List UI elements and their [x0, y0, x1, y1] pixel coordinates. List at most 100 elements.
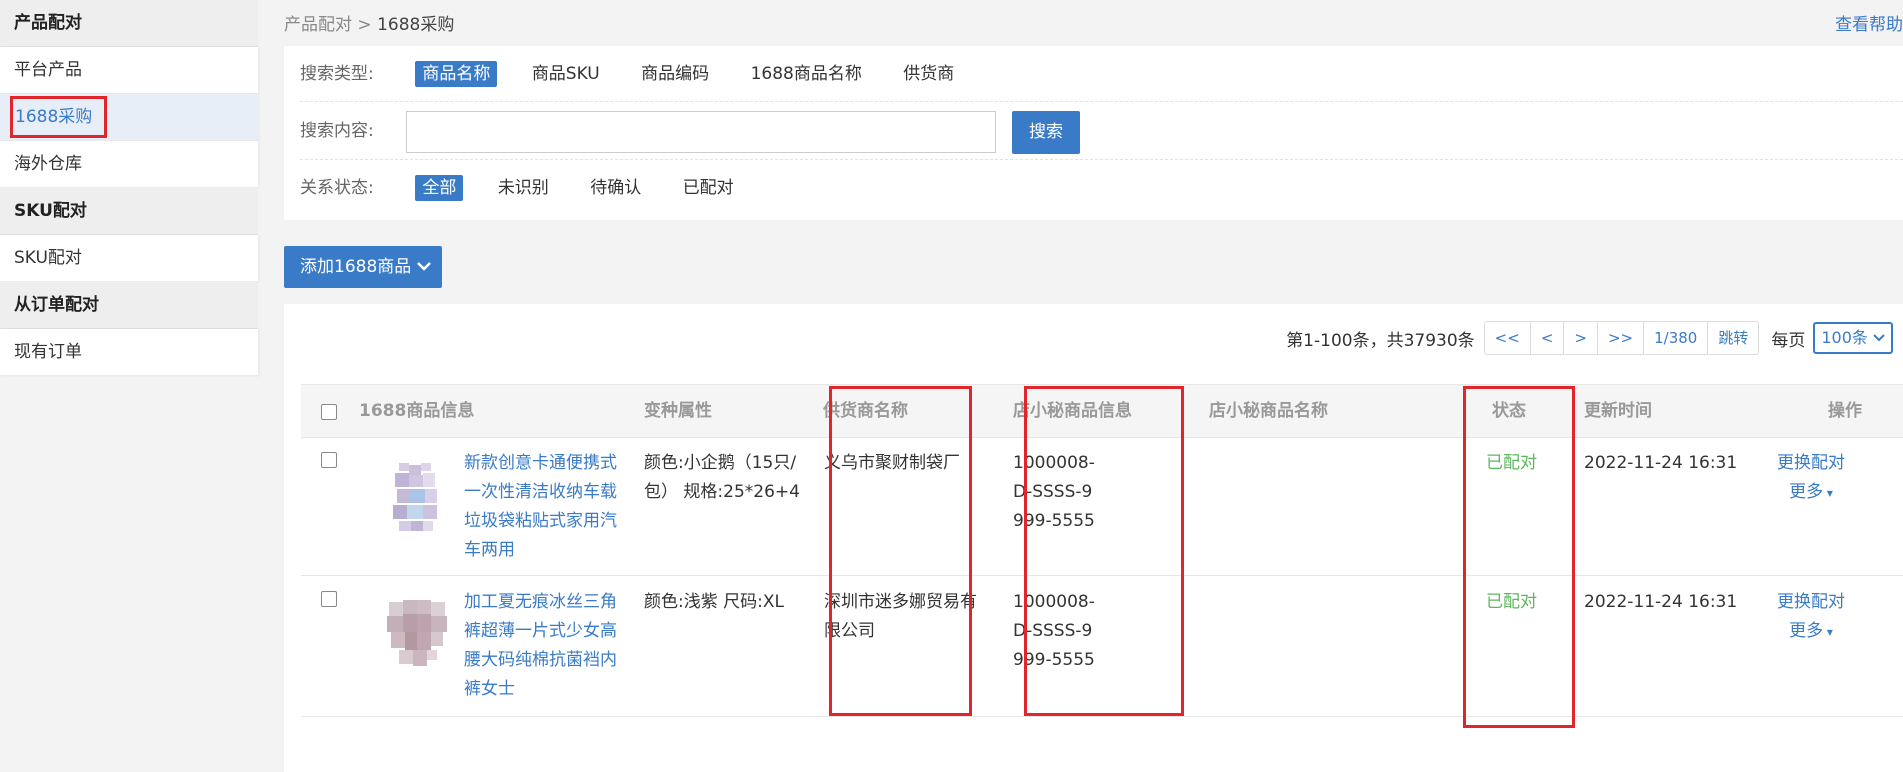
search-type-row: 搜索类型: 商品名称 商品SKU 商品编码 1688商品名称 供货商 — [300, 59, 983, 89]
product-title-line: 车两用 — [464, 540, 515, 560]
page-next-button[interactable]: > — [1563, 321, 1598, 355]
more-label: 更多 — [1789, 621, 1824, 641]
supplier-line: 限公司 — [824, 621, 875, 641]
sidebar-item-1688-purchase[interactable]: 1688采购 — [0, 94, 258, 141]
search-type-1688-name[interactable]: 1688商品名称 — [744, 61, 869, 87]
change-match-link[interactable]: 更换配对 — [1775, 588, 1847, 617]
breadcrumb: 产品配对 > 1688采购 — [284, 10, 454, 35]
sidebar-item-platform-products[interactable]: 平台产品 — [0, 47, 258, 94]
list-panel: 第1-100条，共37930条 << < > >> 1/380 跳转 每页 10… — [284, 304, 1903, 772]
add-1688-product-button[interactable]: 添加1688商品 — [284, 246, 442, 288]
sidebar-section-product-match: 产品配对 — [0, 0, 258, 47]
variant-attributes: 颜色:浅紫 尺码:XL — [644, 588, 784, 617]
table-row: 新款创意卡通便携式 一次性清洁收纳车载 垃圾袋粘贴式家用汽 车两用 颜色:小企鹅… — [301, 437, 1903, 576]
variant-line: 颜色:浅紫 尺码:XL — [644, 592, 784, 612]
page-first-button[interactable]: << — [1483, 321, 1531, 355]
dxm-product-info: 1000008- D-SSSS-9 999-5555 — [1013, 449, 1095, 536]
chevron-down-icon — [1873, 334, 1885, 342]
variant-attributes: 颜色:小企鹅（15只/ 包） 规格:25*26+4 — [644, 449, 800, 507]
sku-line: 999-5555 — [1013, 511, 1095, 531]
select-all-checkbox[interactable] — [321, 404, 337, 420]
page-prev-button[interactable]: < — [1529, 321, 1565, 355]
variant-line: 颜色:小企鹅（15只/ — [644, 453, 797, 473]
more-dropdown[interactable]: 更多 ▾ — [1775, 478, 1847, 508]
sidebar-section-order-match: 从订单配对 — [0, 282, 258, 329]
more-dropdown[interactable]: 更多 ▾ — [1775, 617, 1847, 647]
chevron-down-icon — [416, 246, 432, 304]
product-title-line: 裤超薄一片式少女高 — [464, 621, 617, 641]
caret-down-icon: ▾ — [1823, 625, 1833, 639]
product-title-link[interactable]: 新款创意卡通便携式 一次性清洁收纳车载 垃圾袋粘贴式家用汽 车两用 — [464, 449, 617, 565]
product-title-line: 一次性清洁收纳车载 — [464, 482, 617, 502]
breadcrumb-parent[interactable]: 产品配对 — [284, 15, 352, 35]
change-match-link[interactable]: 更换配对 — [1775, 449, 1847, 478]
help-link[interactable]: 查看帮助 — [1835, 10, 1903, 35]
row-actions: 更换配对 更多 ▾ — [1775, 588, 1847, 647]
search-content-row: 搜索内容: — [300, 116, 410, 146]
per-page-value: 100条 — [1821, 328, 1868, 347]
status-filter-pending[interactable]: 待确认 — [583, 175, 648, 201]
add-button-label: 添加1688商品 — [300, 257, 412, 277]
row-checkbox[interactable] — [321, 452, 337, 468]
status-badge: 已配对 — [1486, 592, 1537, 612]
product-title-line: 裤女士 — [464, 679, 515, 699]
product-thumbnail[interactable] — [385, 459, 449, 539]
table-row: 加工夏无痕冰丝三角 裤超薄一片式少女高 腰大码纯棉抗菌裆内 裤女士 颜色:浅紫 … — [301, 576, 1903, 717]
search-type-supplier[interactable]: 供货商 — [896, 61, 961, 87]
breadcrumb-current: 1688采购 — [377, 15, 455, 35]
product-title-line: 加工夏无痕冰丝三角 — [464, 592, 617, 612]
product-title-line: 腰大码纯棉抗菌裆内 — [464, 650, 617, 670]
col-status: 状态 — [1492, 401, 1526, 421]
search-type-product-name[interactable]: 商品名称 — [415, 61, 498, 87]
pagination: 第1-100条，共37930条 << < > >> 1/380 跳转 每页 10… — [1286, 321, 1893, 355]
page-indicator[interactable]: 1/380 — [1643, 321, 1709, 355]
status-filter-label: 关系状态: — [300, 178, 374, 198]
col-dxm-info: 店小秘商品信息 — [1013, 401, 1132, 421]
status-filter-all[interactable]: 全部 — [415, 175, 464, 201]
sidebar-item-overseas-warehouse[interactable]: 海外仓库 — [0, 141, 258, 188]
status-filter-matched[interactable]: 已配对 — [676, 175, 741, 201]
product-thumbnail[interactable] — [385, 594, 449, 674]
sku-line: 999-5555 — [1013, 650, 1095, 670]
per-page-select[interactable]: 100条 — [1813, 322, 1893, 354]
sku-line: D-SSSS-9 — [1013, 482, 1093, 502]
col-updated: 更新时间 — [1584, 401, 1652, 421]
table-header: 1688商品信息 变种属性 供货商名称 店小秘商品信息 店小秘商品名称 状态 更… — [301, 384, 1903, 438]
search-input[interactable] — [406, 111, 996, 153]
updated-time: 2022-11-24 16:31 — [1584, 592, 1738, 612]
per-page-label: 每页 — [1771, 330, 1806, 351]
status-filter-unrecognized[interactable]: 未识别 — [491, 175, 556, 201]
search-content-label: 搜索内容: — [300, 121, 374, 141]
supplier-line: 深圳市迷多娜贸易有 — [824, 592, 977, 612]
supplier-name: 深圳市迷多娜贸易有 限公司 — [824, 588, 977, 646]
dxm-product-info: 1000008- D-SSSS-9 999-5555 — [1013, 588, 1095, 675]
sidebar-item-existing-orders[interactable]: 现有订单 — [0, 329, 258, 376]
row-checkbox[interactable] — [321, 591, 337, 607]
product-title-link[interactable]: 加工夏无痕冰丝三角 裤超薄一片式少女高 腰大码纯棉抗菌裆内 裤女士 — [464, 588, 617, 704]
sidebar-item-sku-match[interactable]: SKU配对 — [0, 235, 258, 282]
col-actions: 操作 — [1828, 401, 1862, 421]
col-supplier: 供货商名称 — [823, 401, 908, 421]
row-actions: 更换配对 更多 ▾ — [1775, 449, 1847, 508]
col-dxm-name: 店小秘商品名称 — [1209, 401, 1328, 421]
page-last-button[interactable]: >> — [1596, 321, 1645, 355]
status-badge: 已配对 — [1486, 453, 1537, 473]
search-type-product-code[interactable]: 商品编码 — [634, 61, 716, 87]
sidebar-item-label: 1688采购 — [10, 96, 108, 138]
breadcrumb-separator: > — [357, 15, 372, 35]
status-filter-row: 关系状态: 全部 未识别 待确认 已配对 — [300, 173, 763, 203]
sidebar-section-sku-match: SKU配对 — [0, 188, 258, 235]
sku-line: 1000008- — [1013, 453, 1095, 473]
product-title-line: 垃圾袋粘贴式家用汽 — [464, 511, 617, 531]
pagination-info: 第1-100条，共37930条 — [1286, 330, 1475, 351]
sku-line: D-SSSS-9 — [1013, 621, 1093, 641]
caret-down-icon: ▾ — [1823, 486, 1833, 500]
supplier-line: 义乌市聚财制袋厂 — [824, 453, 960, 473]
search-button[interactable]: 搜索 — [1012, 111, 1080, 154]
page-jump-button[interactable]: 跳转 — [1707, 321, 1760, 355]
col-1688-info: 1688商品信息 — [359, 401, 475, 421]
variant-line: 包） 规格:25*26+4 — [644, 482, 800, 502]
search-type-product-sku[interactable]: 商品SKU — [525, 61, 607, 87]
product-title-line: 新款创意卡通便携式 — [464, 453, 617, 473]
updated-time: 2022-11-24 16:31 — [1584, 453, 1738, 473]
